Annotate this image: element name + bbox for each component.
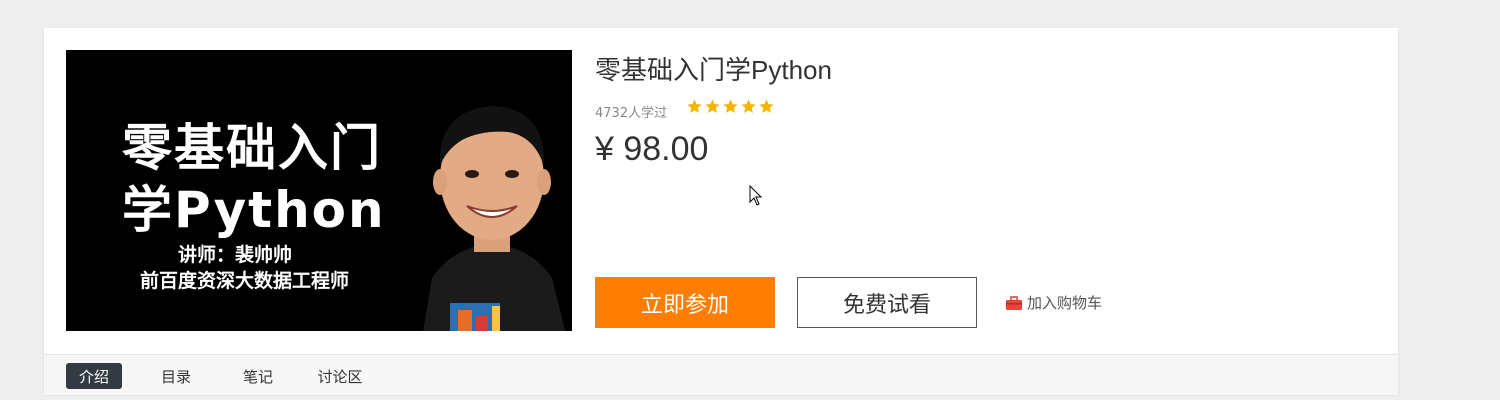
course-tab-bar: 介绍 目录 笔记 讨论区	[44, 354, 1398, 395]
cover-title-line2: 学Python	[122, 181, 386, 239]
star-icon	[705, 99, 720, 113]
cover-instructor: 讲师：裴帅帅	[178, 244, 293, 266]
add-to-cart-link[interactable]: 加入购物车	[1006, 292, 1102, 313]
free-trial-button[interactable]: 免费试看	[797, 277, 977, 328]
course-cover-image[interactable]: 零基础入门 学Python 讲师：裴帅帅 前百度资深大数据工程师	[66, 50, 572, 331]
cover-instructor-desc: 前百度资深大数据工程师	[140, 270, 350, 292]
top-breadcrumb-strip	[0, 0, 1500, 6]
star-icon	[687, 99, 702, 113]
instructor-photo	[423, 106, 566, 331]
join-now-button[interactable]: 立即参加	[595, 277, 775, 328]
course-price: ¥ 98.00	[595, 130, 709, 168]
learner-count: 4732人学过	[595, 106, 668, 121]
rating-stars	[686, 98, 775, 115]
star-icon	[741, 99, 756, 113]
briefcase-icon	[1006, 295, 1022, 310]
add-to-cart-label: 加入购物车	[1027, 294, 1103, 312]
course-card: 零基础入门 学Python 讲师：裴帅帅 前百度资深大数据工程师 零基础入门学P…	[44, 28, 1398, 395]
tab-catalog[interactable]: 目录	[150, 363, 202, 389]
star-icon	[759, 99, 774, 113]
tab-discussion[interactable]: 讨论区	[310, 363, 370, 389]
tab-notes[interactable]: 笔记	[232, 363, 284, 389]
star-icon	[723, 99, 738, 113]
tab-intro[interactable]: 介绍	[66, 363, 122, 389]
course-title: 零基础入门学Python	[595, 55, 832, 85]
mouse-cursor-icon	[749, 185, 763, 206]
